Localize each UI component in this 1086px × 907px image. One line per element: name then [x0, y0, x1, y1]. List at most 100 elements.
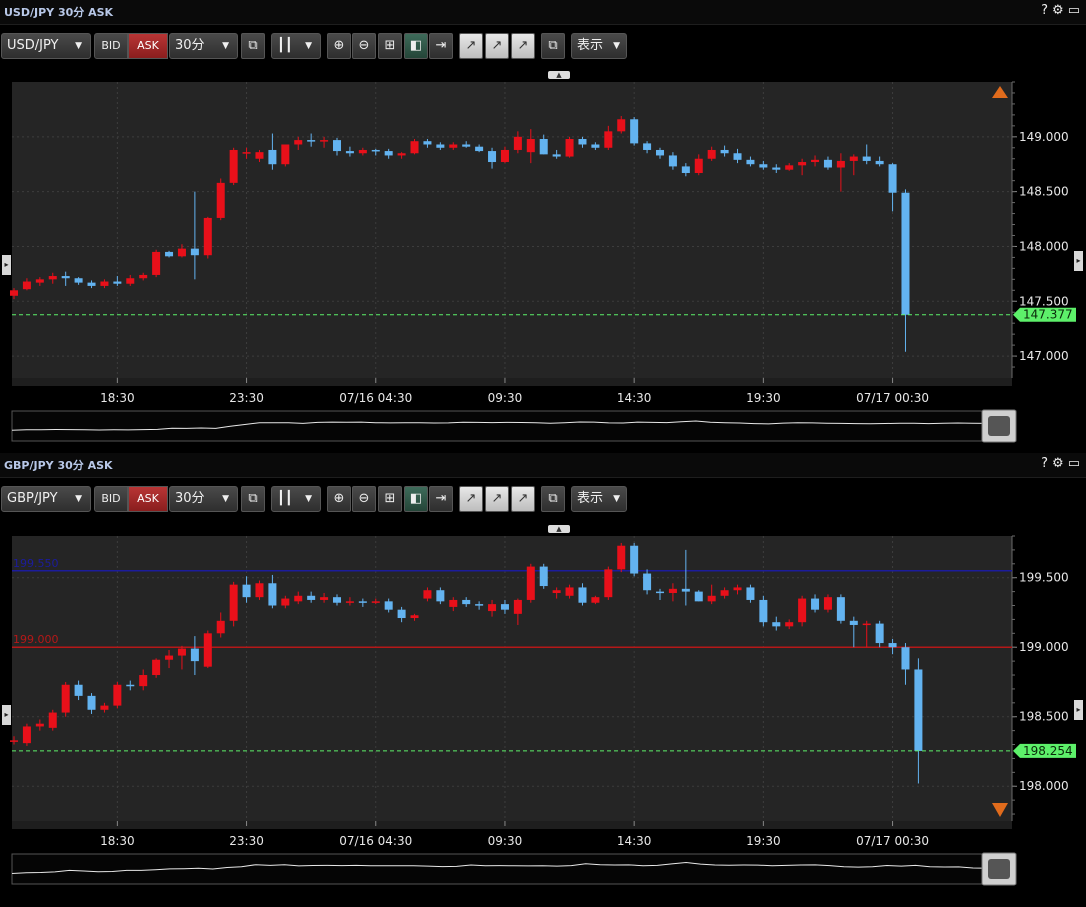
candle-body [139, 274, 148, 279]
scroll-right-icon[interactable]: ▸ [1074, 251, 1083, 271]
zoom-in-icon[interactable]: ⊕ [327, 33, 351, 59]
new-window-icon[interactable]: ⧉ [541, 33, 565, 59]
candle-body [177, 648, 186, 656]
candle-body [423, 590, 432, 599]
chart-area[interactable]: 198.000 198.500 199.000 199.500 199.550 199.0… [0, 453, 1086, 907]
symbol-select[interactable]: USD/JPY ▼ [1, 33, 91, 59]
scroll-left-icon[interactable]: ▸ [2, 705, 11, 725]
candle-body [746, 587, 755, 600]
candle-body [643, 143, 652, 150]
chart-area[interactable]: 147.000 147.500 148.000 148.500 149.000 147.3… [0, 0, 1086, 453]
display-menu-button[interactable]: 表示 ▼ [571, 33, 627, 59]
candle-body [216, 182, 225, 218]
candle-body [332, 597, 342, 603]
candle-body [823, 159, 832, 168]
fit-icon[interactable]: ⊞ [378, 486, 402, 512]
drawing-tool-icon[interactable]: ↗ [511, 33, 535, 59]
zoom-out-icon[interactable]: ⊖ [352, 486, 376, 512]
zoom-in-icon[interactable]: ⊕ [327, 486, 351, 512]
ask-button[interactable]: ASK [128, 33, 168, 59]
candle-body [785, 165, 794, 170]
gear-icon[interactable]: ⚙ [1052, 3, 1068, 18]
indicator-add-icon[interactable]: ↗ [459, 33, 483, 59]
scroll-end-icon[interactable]: ⇥ [429, 486, 453, 512]
navigator-handle [981, 409, 1017, 443]
candle-body [552, 154, 561, 157]
chevron-down-icon: ▼ [305, 41, 312, 51]
current-price-label: 198.254 [1023, 744, 1073, 758]
candle-body [462, 144, 471, 147]
link-icon[interactable]: ⧉ [241, 33, 265, 59]
minimize-icon[interactable]: ▭ [1068, 456, 1084, 471]
indicator-add-icon[interactable]: ↗ [459, 486, 483, 512]
fit-icon[interactable]: ⊞ [378, 33, 402, 59]
candle-body [165, 251, 174, 257]
chart-panel-gbpjpy: GBP/JPY 30分 ASK ?⚙▭ GBP/JPY ▼ BID ASK 30分… [0, 453, 1086, 907]
candle-body [255, 583, 264, 598]
candle-body [281, 598, 290, 606]
candle-body [216, 620, 225, 634]
candle-body [35, 279, 44, 283]
x-tick-label: 23:30 [229, 391, 264, 405]
link-icon[interactable]: ⧉ [241, 486, 265, 512]
candle-body [358, 149, 367, 154]
horizontal-line-label: 199.550 [13, 557, 59, 570]
scroll-left-icon[interactable]: ▸ [2, 255, 11, 275]
candle-body [48, 276, 57, 280]
candle-body [733, 587, 742, 591]
new-window-icon[interactable]: ⧉ [541, 486, 565, 512]
panel-toggle-icon[interactable]: ◧ [404, 33, 428, 59]
candle-body [371, 149, 380, 152]
ask-button[interactable]: ASK [128, 486, 168, 512]
candle-body [539, 139, 548, 155]
candle-body [229, 149, 238, 183]
candle-body [203, 633, 212, 667]
chart-type-select[interactable]: ┃┃ ▼ [271, 486, 321, 512]
panel-title: GBP/JPY 30分 ASK [4, 459, 113, 472]
indicator-edit-icon[interactable]: ↗ [485, 33, 509, 59]
candle-body [901, 192, 910, 315]
help-icon[interactable]: ? [1041, 456, 1052, 471]
timeframe-select[interactable]: 30分 ▼ [169, 486, 238, 512]
drawing-tool-icon[interactable]: ↗ [511, 486, 535, 512]
panel-toggle-icon[interactable]: ◧ [404, 486, 428, 512]
symbol-select[interactable]: GBP/JPY ▼ [1, 486, 91, 512]
minimize-icon[interactable]: ▭ [1068, 3, 1084, 18]
navigator-handle-grip [988, 416, 1010, 436]
y-tick-label: 149.000 [1019, 130, 1069, 144]
scroll-end-icon[interactable]: ⇥ [429, 33, 453, 59]
display-menu-button[interactable]: 表示 ▼ [571, 486, 627, 512]
bid-button[interactable]: BID [94, 486, 128, 512]
candle-body [87, 282, 96, 286]
candle-body [862, 156, 871, 161]
candle-body [203, 217, 212, 256]
indicator-edit-icon[interactable]: ↗ [485, 486, 509, 512]
candle-body [9, 740, 19, 742]
candle-body [798, 598, 807, 623]
candle-body [320, 597, 329, 600]
zoom-out-icon[interactable]: ⊖ [352, 33, 376, 59]
bid-button[interactable]: BID [94, 33, 128, 59]
collapse-handle[interactable]: ▲ [548, 525, 570, 533]
candle-body [307, 140, 316, 142]
chart-type-select[interactable]: ┃┃ ▼ [271, 33, 321, 59]
timeframe-select[interactable]: 30分 ▼ [169, 33, 238, 59]
candle-body [604, 569, 613, 598]
help-icon[interactable]: ? [1041, 3, 1052, 18]
y-tick-label: 148.000 [1019, 239, 1069, 253]
collapse-handle[interactable]: ▲ [548, 71, 570, 79]
chart-panel-usdjpy: USD/JPY 30分 ASK ?⚙▭ USD/JPY ▼ BID ASK 30分… [0, 0, 1086, 453]
candle-body [591, 144, 600, 148]
candle-body [500, 604, 509, 610]
candle-body [190, 648, 199, 662]
candle-body [785, 622, 794, 627]
titlebar-icons: ?⚙▭ [1041, 456, 1084, 471]
x-tick-label: 07/17 00:30 [856, 834, 929, 848]
candle-body [475, 604, 484, 606]
current-price-label: 147.377 [1023, 308, 1073, 322]
y-tick-label: 148.500 [1019, 185, 1069, 199]
scroll-right-icon[interactable]: ▸ [1074, 700, 1083, 720]
gear-icon[interactable]: ⚙ [1052, 456, 1068, 471]
candle-body [746, 159, 755, 165]
candle-body [694, 158, 703, 173]
